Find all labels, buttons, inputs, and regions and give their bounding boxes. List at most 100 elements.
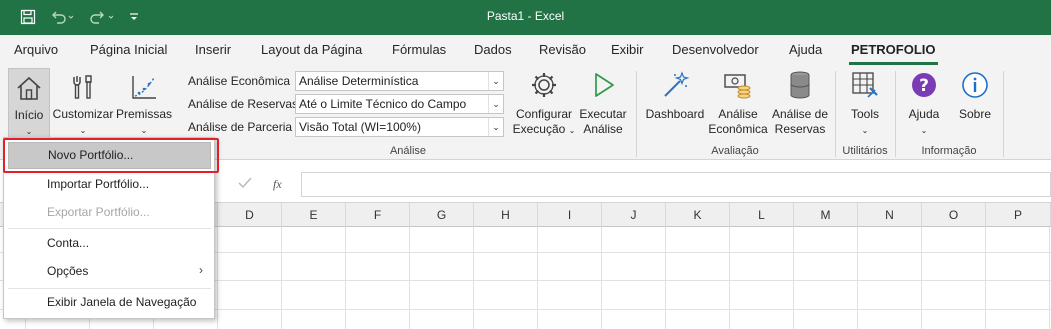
column-header-h[interactable]: H <box>474 203 538 227</box>
analise-economica-value: Análise Determinística <box>299 74 419 88</box>
column-header-i[interactable]: I <box>538 203 602 227</box>
tab-petrofolio[interactable]: PETROFOLIO <box>849 42 937 65</box>
check-icon[interactable] <box>238 177 252 192</box>
dashboard-button[interactable]: Dashboard <box>644 70 706 140</box>
money-coins-icon <box>707 70 769 104</box>
group-separator <box>1003 71 1004 157</box>
menu-item-exibir-janela-navegacao[interactable]: Exibir Janela de Navegação <box>4 290 214 314</box>
chevron-down-icon: ⌄ <box>568 126 576 135</box>
analise-reservas-button[interactable]: Análise de Reservas <box>770 70 830 140</box>
column-header-j[interactable]: J <box>602 203 666 227</box>
analise-reservas-select[interactable]: Até o Limite Técnico do Campo ⌄ <box>295 94 504 114</box>
menu-item-conta[interactable]: Conta... <box>4 231 214 255</box>
grid-line <box>729 227 730 329</box>
tools-button[interactable]: Tools ⌄ <box>843 70 887 140</box>
tab-arquivo[interactable]: Arquivo <box>14 42 58 57</box>
executar-label-1: Executar <box>579 107 627 121</box>
column-header-n[interactable]: N <box>858 203 922 227</box>
analise-parceria-select[interactable]: Visão Total (WI=100%) ⌄ <box>295 117 504 137</box>
executar-analise-button[interactable]: Executar Análise <box>577 70 629 140</box>
customizar-button[interactable]: Customizar ⌄ <box>51 68 115 138</box>
column-header-m[interactable]: M <box>794 203 858 227</box>
analise-parceria-label: Análise de Parceria <box>188 120 293 134</box>
ribbon-tabs: Arquivo Página Inicial Inserir Layout da… <box>0 35 1051 65</box>
grid-line <box>473 227 474 329</box>
chevron-down-icon[interactable]: ⌄ <box>488 95 503 113</box>
premissas-label: Premissas <box>116 107 173 121</box>
grid-line <box>537 227 538 329</box>
grid-line <box>793 227 794 329</box>
formula-input[interactable] <box>301 172 1051 197</box>
tab-dados[interactable]: Dados <box>474 42 512 57</box>
tab-inserir[interactable]: Inserir <box>195 42 231 57</box>
chevron-down-icon: ⌄ <box>140 126 148 135</box>
column-header-k[interactable]: K <box>666 203 730 227</box>
column-header-p[interactable]: P <box>986 203 1051 227</box>
analise-economica-select[interactable]: Análise Determinística ⌄ <box>295 71 504 91</box>
trend-chart-icon <box>116 74 172 104</box>
column-header-g[interactable]: G <box>410 203 474 227</box>
barrel-icon <box>770 70 830 104</box>
inicio-button[interactable]: Início ⌄ <box>8 68 50 138</box>
ajuda-label: Ajuda <box>908 107 940 121</box>
analise-reservas-btn-label-1: Análise de <box>771 107 829 121</box>
menu-item-exportar-portfolio: Exportar Portfólio... <box>47 205 150 219</box>
tab-formulas[interactable]: Fórmulas <box>392 42 446 57</box>
analise-economica-btn-label-2: Econômica <box>708 122 768 136</box>
configurar-execucao-button[interactable]: Configurar Execução ⌄ <box>512 70 576 140</box>
analise-reservas-value: Até o Limite Técnico do Campo <box>299 97 467 111</box>
grid-line <box>345 227 346 329</box>
analise-parceria-value: Visão Total (WI=100%) <box>299 120 421 134</box>
grid-line <box>1049 227 1050 329</box>
configurar-label-1: Configurar <box>515 107 573 121</box>
magic-wand-icon <box>644 70 706 104</box>
customizar-label: Customizar <box>52 107 114 121</box>
column-header-e[interactable]: E <box>282 203 346 227</box>
tools-label: Tools <box>850 107 879 121</box>
ajuda-button[interactable]: ? Ajuda ⌄ <box>903 70 945 140</box>
inicio-label: Início <box>14 108 44 122</box>
chevron-right-icon: › <box>199 263 203 277</box>
column-header-d[interactable]: D <box>218 203 282 227</box>
chevron-down-icon[interactable]: ⌄ <box>488 72 503 90</box>
column-header-o[interactable]: O <box>922 203 986 227</box>
table-tools-icon <box>843 70 887 104</box>
info-icon <box>953 70 997 104</box>
tab-exibir[interactable]: Exibir <box>611 42 644 57</box>
column-header-l[interactable]: L <box>730 203 794 227</box>
tab-layout-da-pagina[interactable]: Layout da Página <box>261 42 362 57</box>
premissas-button[interactable]: Premissas ⌄ <box>116 68 172 138</box>
insert-function-icon[interactable]: fx <box>273 177 282 192</box>
tab-ajuda[interactable]: Ajuda <box>789 42 822 57</box>
analise-reservas-label: Análise de Reservas <box>188 97 299 111</box>
configurar-label-2: Execução <box>512 122 566 136</box>
menu-item-importar-portfolio[interactable]: Importar Portfólio... <box>4 172 214 196</box>
grid-line <box>921 227 922 329</box>
analise-economica-button[interactable]: Análise Econômica <box>707 70 769 140</box>
sobre-button[interactable]: Sobre <box>953 70 997 140</box>
chevron-down-icon: ⌄ <box>920 126 928 135</box>
tools-icon <box>51 74 115 104</box>
grid-line <box>665 227 666 329</box>
column-header-f[interactable]: F <box>346 203 410 227</box>
chevron-down-icon: ⌄ <box>25 127 33 136</box>
dashboard-label: Dashboard <box>645 107 705 121</box>
menu-item-novo-portfolio[interactable]: Novo Portfólio... <box>8 142 211 169</box>
grid-line <box>857 227 858 329</box>
chevron-down-icon: ⌄ <box>79 126 87 135</box>
tab-revisao[interactable]: Revisão <box>539 42 586 57</box>
group-separator <box>636 71 637 157</box>
analise-group-label: Análise <box>389 145 427 157</box>
grid-line <box>985 227 986 329</box>
gear-icon <box>512 70 576 104</box>
chevron-down-icon[interactable]: ⌄ <box>488 118 503 136</box>
sobre-label: Sobre <box>958 107 992 121</box>
chevron-down-icon: ⌄ <box>861 126 869 135</box>
menu-separator <box>8 228 211 229</box>
grid-line <box>281 227 282 329</box>
window-title: Pasta1 - Excel <box>486 9 565 23</box>
tab-pagina-inicial[interactable]: Página Inicial <box>90 42 167 57</box>
tab-desenvolvedor[interactable]: Desenvolvedor <box>672 42 759 57</box>
grid-line <box>217 227 218 329</box>
menu-item-opcoes[interactable]: Opções <box>4 259 214 283</box>
